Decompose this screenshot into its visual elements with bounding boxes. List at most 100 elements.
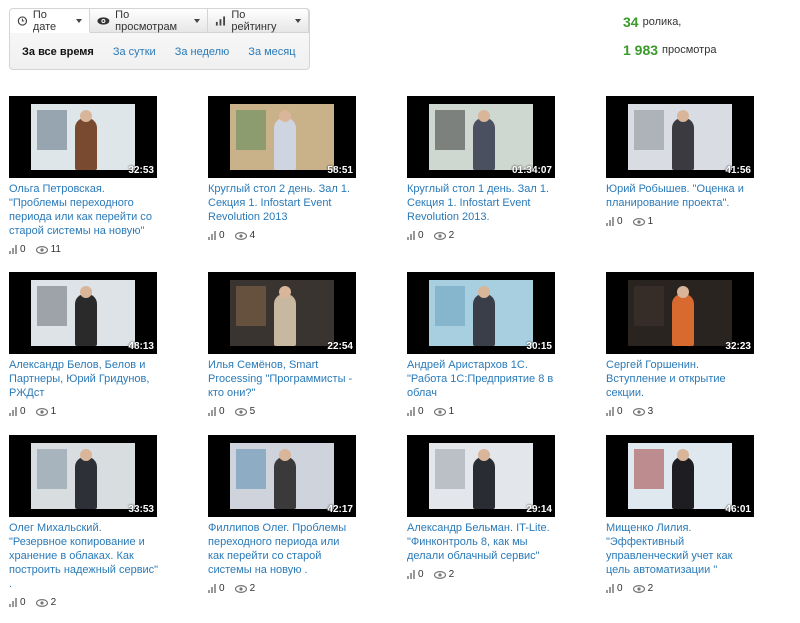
sort-by-views-label: По просмотрам — [115, 8, 178, 33]
sort-by-views-button[interactable]: По просмотрам — [90, 8, 209, 33]
videos-label: ролика, — [642, 16, 682, 28]
scene-accent — [435, 449, 465, 489]
views-count: 1 — [448, 406, 455, 417]
video-duration: 33:53 — [128, 504, 154, 515]
speaker-figure — [75, 118, 97, 170]
eye-icon — [97, 16, 110, 25]
video-thumbnail[interactable]: 01:34:07 — [407, 96, 555, 178]
rating-icon — [606, 407, 614, 416]
speaker-head — [478, 449, 490, 461]
video-thumbnail[interactable]: 33:53 — [9, 435, 157, 517]
video-thumbnail[interactable]: 32:23 — [606, 272, 754, 354]
video-card: 32:23 Сергей Горшенин. Вступление и откры… — [606, 272, 786, 417]
video-thumbnail[interactable]: 22:54 — [208, 272, 356, 354]
video-card: 58:51 Круглый стол 2 день. Зал 1. Секция … — [208, 96, 388, 241]
video-title-link[interactable]: Мищенко Лилия. "Эффективный управленческ… — [606, 521, 756, 577]
rating-icon — [606, 584, 614, 593]
video-duration: 42:17 — [327, 504, 353, 515]
rating-icon — [407, 407, 415, 416]
video-frame — [31, 443, 135, 509]
video-card: 22:54 Илья Семёнов, Smart Processing "Про… — [208, 272, 388, 417]
video-thumbnail[interactable]: 48:13 — [9, 272, 157, 354]
video-card: 46:01 Мищенко Лилия. "Эффективный управле… — [606, 435, 786, 594]
sort-by-date-button[interactable]: По дате — [10, 8, 91, 33]
video-duration: 29:14 — [526, 504, 552, 515]
scene-accent — [236, 110, 266, 150]
video-title-link[interactable]: Юрий Робышев. "Оценка и планирование про… — [606, 182, 756, 210]
video-thumbnail[interactable]: 30:15 — [407, 272, 555, 354]
video-meta: 0 11 — [9, 244, 189, 255]
video-meta: 03 — [606, 406, 786, 417]
video-thumbnail[interactable]: 42:17 — [208, 435, 356, 517]
scene-accent — [37, 286, 67, 326]
video-meta: 02 — [606, 583, 786, 594]
eye-icon — [234, 584, 247, 593]
video-card: 33:53 Олег Михальский. "Резервное копиров… — [9, 435, 189, 608]
video-card: 48:13 Александр Белов, Белов и Партнеры, … — [9, 272, 189, 417]
video-title-link[interactable]: Круглый стол 2 день. Зал 1. Секция 1. In… — [208, 182, 358, 224]
sort-by-date-label: По дате — [32, 8, 57, 33]
video-thumbnail[interactable]: 46:01 — [606, 435, 754, 517]
video-duration: 58:51 — [327, 165, 353, 176]
video-meta: 04 — [208, 230, 388, 241]
chevron-down-icon — [194, 18, 201, 23]
video-thumbnail[interactable]: 41:56 — [606, 96, 754, 178]
speaker-head — [478, 286, 490, 298]
video-thumbnail[interactable]: 58:51 — [208, 96, 356, 178]
video-duration: 32:53 — [128, 165, 154, 176]
video-title-link[interactable]: Илья Семёнов, Smart Processing "Программ… — [208, 358, 358, 400]
rating-count: 0 — [418, 569, 424, 580]
video-title-link[interactable]: Сергей Горшенин. Вступление и открытие с… — [606, 358, 756, 400]
clock-icon — [17, 15, 28, 26]
eye-icon — [632, 584, 645, 593]
speaker-head — [80, 110, 92, 122]
eye-icon — [234, 231, 247, 240]
stats-summary: 34 ролика, 1 983 просмотра — [623, 8, 716, 64]
speaker-figure — [473, 118, 495, 170]
speaker-head — [80, 449, 92, 461]
period-day[interactable]: За сутки — [113, 46, 156, 58]
video-frame — [31, 104, 135, 170]
rating-icon — [9, 407, 17, 416]
rating-icon — [9, 245, 17, 254]
video-title-link[interactable]: Олег Михальский. "Резервное копирование … — [9, 521, 159, 591]
views-count: 11 — [50, 244, 61, 255]
video-thumbnail[interactable]: 32:53 — [9, 96, 157, 178]
rating-icon — [208, 231, 216, 240]
video-meta: 02 — [208, 583, 388, 594]
chevron-down-icon — [76, 18, 83, 23]
scene-accent — [236, 449, 266, 489]
video-meta: 02 — [9, 597, 189, 608]
views-count: 3 — [647, 406, 654, 417]
speaker-head — [279, 286, 291, 298]
period-filter: За все время За сутки За неделю За месяц — [10, 35, 309, 58]
video-thumbnail[interactable]: 29:14 — [407, 435, 555, 517]
video-duration: 22:54 — [327, 341, 353, 352]
video-title-link[interactable]: Филлипов Олег. Проблемы переходного пери… — [208, 521, 358, 577]
rating-icon — [407, 570, 415, 579]
rating-count: 0 — [219, 406, 225, 417]
video-duration: 32:23 — [725, 341, 751, 352]
speaker-head — [677, 110, 689, 122]
views-count: 1 983 — [623, 42, 659, 58]
views-label: просмотра — [662, 44, 717, 56]
rating-count: 0 — [617, 583, 623, 594]
video-title-link[interactable]: Ольга Петровская. "Проблемы переходного … — [9, 182, 159, 238]
video-meta: 01 — [606, 216, 786, 227]
period-all-time[interactable]: За все время — [22, 46, 94, 58]
eye-icon — [433, 570, 446, 579]
video-title-link[interactable]: Круглый стол 1 день. Зал 1. Секция 1. In… — [407, 182, 557, 224]
period-week[interactable]: За неделю — [175, 46, 230, 58]
video-meta: 01 — [407, 406, 587, 417]
video-title-link[interactable]: Александр Белов, Белов и Партнеры, Юрий … — [9, 358, 159, 400]
sort-by-rating-button[interactable]: По рейтингу — [208, 9, 309, 33]
speaker-figure — [473, 294, 495, 346]
video-title-link[interactable]: Александр Бельман. IT-Lite. "Финконтроль… — [407, 521, 557, 563]
video-title-link[interactable]: Андрей Аристархов 1С. "Работа 1С:Предпри… — [407, 358, 557, 400]
scene-accent — [634, 110, 664, 150]
video-frame — [230, 280, 334, 346]
speaker-figure — [274, 294, 296, 346]
eye-icon — [35, 598, 48, 607]
period-month[interactable]: За месяц — [248, 46, 295, 58]
views-count: 5 — [249, 406, 256, 417]
